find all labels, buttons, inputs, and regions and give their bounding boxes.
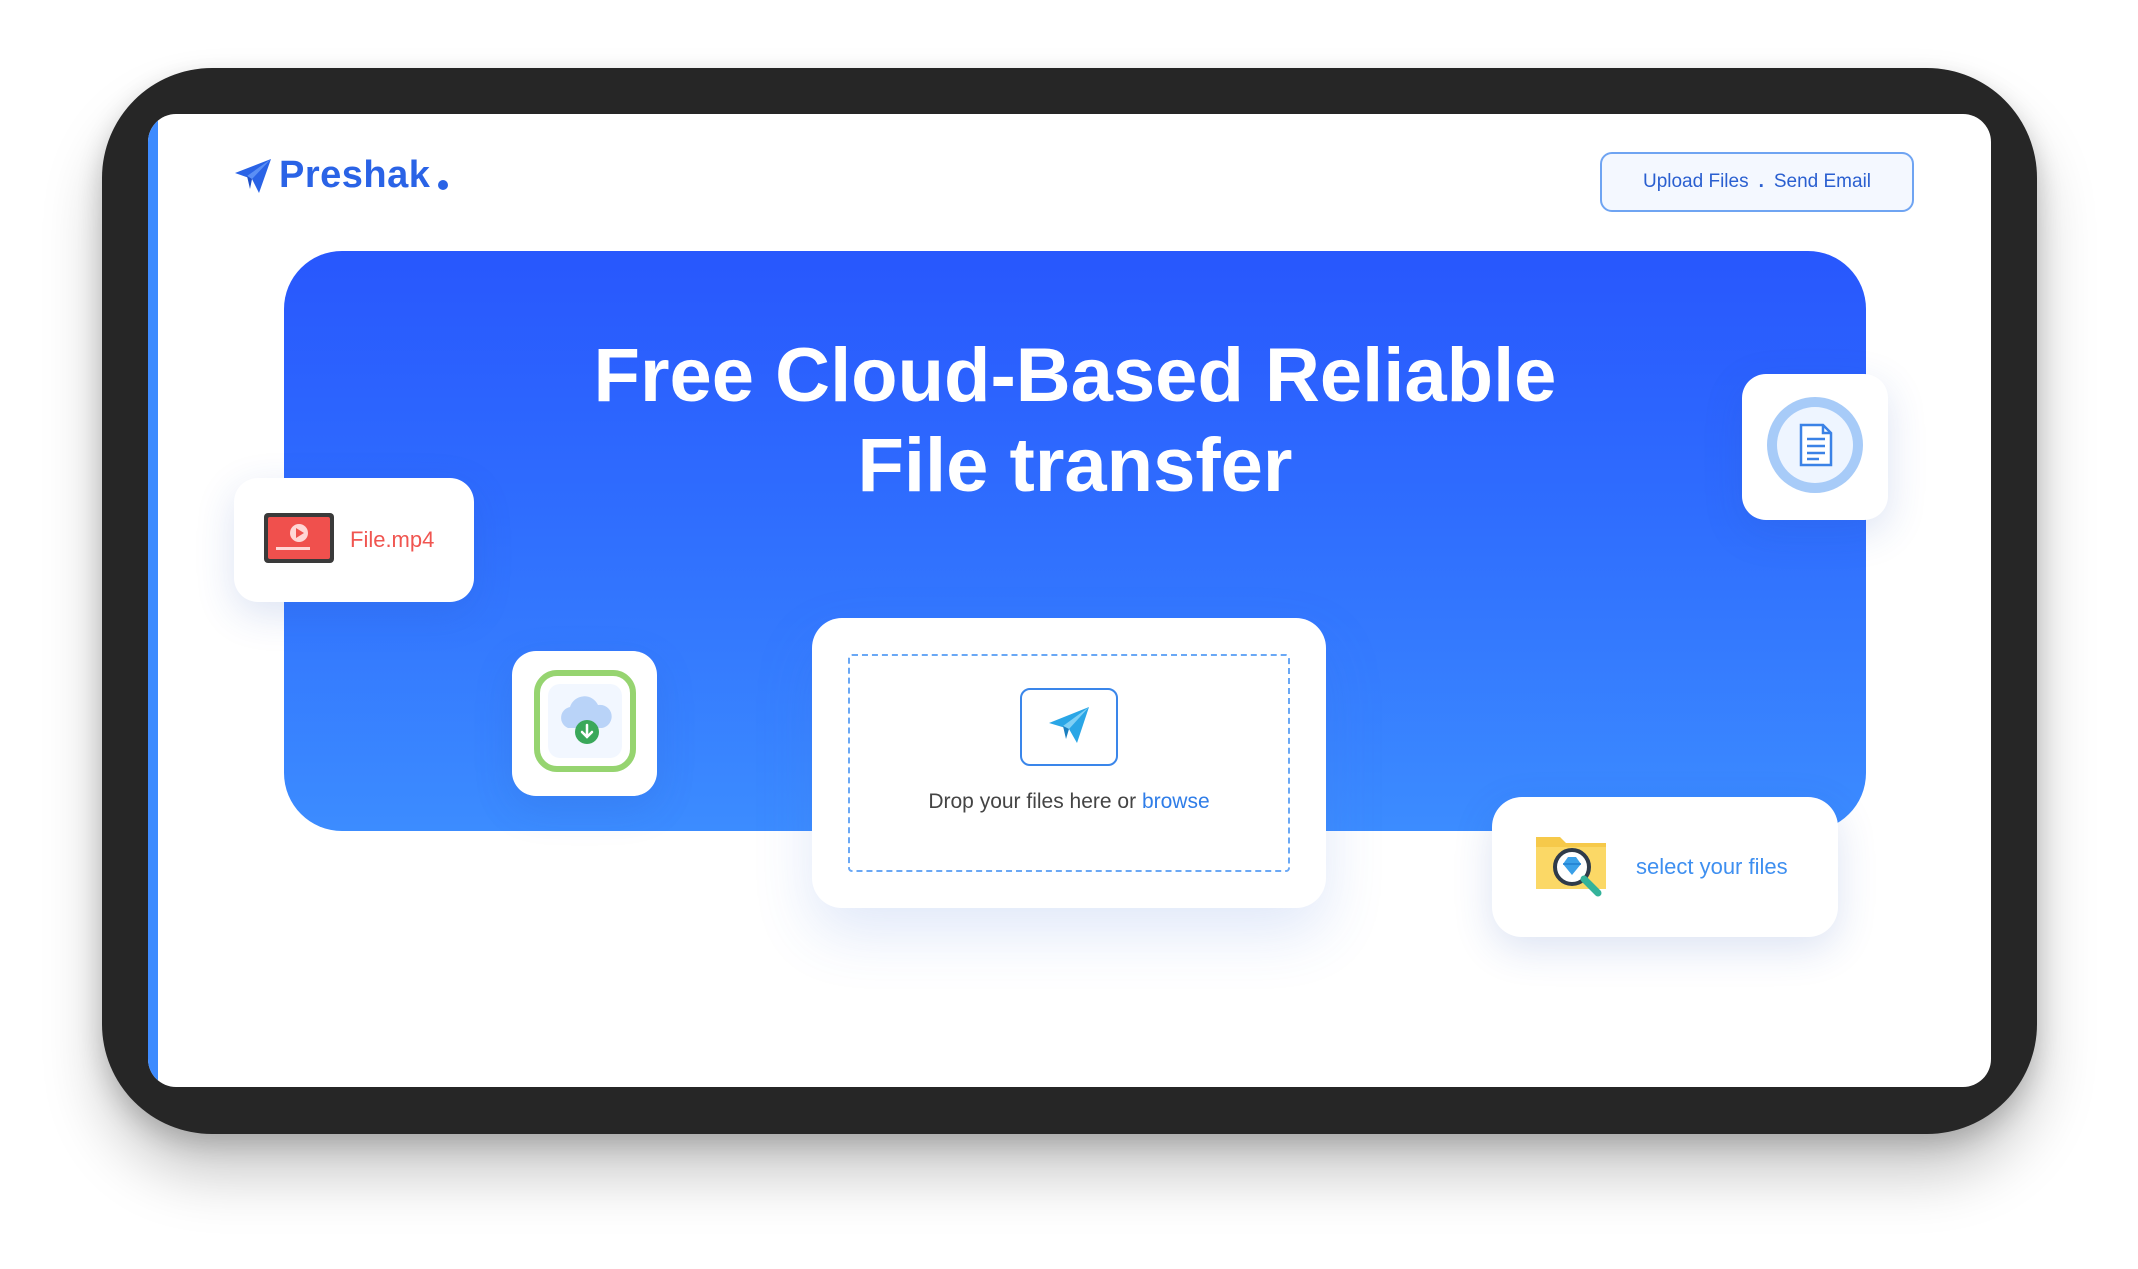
upload-icon-box[interactable] [1020, 688, 1118, 766]
dropzone-text: Drop your files here or [928, 790, 1142, 813]
select-files-card[interactable]: select your files [1492, 797, 1838, 937]
scene: Preshak Upload Files . Send Email Free C… [0, 0, 2138, 1269]
nav-separator: . [1758, 171, 1764, 192]
cloud-download-icon [533, 670, 636, 777]
select-files-label: select your files [1636, 854, 1788, 879]
top-nav-pill: Upload Files . Send Email [1600, 152, 1914, 212]
screen: Preshak Upload Files . Send Email Free C… [148, 114, 1991, 1087]
hero-title-line-1: Free Cloud-Based Reliable [593, 333, 1557, 418]
dropzone[interactable]: Drop your files here or browse [848, 654, 1290, 872]
hero-title-line-2: File transfer [857, 423, 1293, 508]
screen-edge-accent [148, 114, 158, 1087]
hero-title: Free Cloud-Based Reliable File transfer [284, 331, 1866, 511]
video-file-icon [264, 512, 334, 568]
paper-plane-icon [233, 157, 273, 195]
paper-plane-icon [1047, 705, 1091, 750]
send-email-link[interactable]: Send Email [1774, 171, 1871, 193]
document-card[interactable] [1742, 374, 1888, 520]
video-file-label: File.mp4 [350, 527, 435, 552]
brand-dot [438, 179, 449, 190]
browse-link[interactable]: browse [1142, 790, 1210, 813]
brand-name: Preshak [279, 154, 431, 196]
dropzone-card: Drop your files here or browse [812, 618, 1326, 908]
cloud-download-card[interactable] [512, 651, 657, 796]
brand-logo[interactable]: Preshak [233, 154, 449, 197]
folder-search-icon [1532, 823, 1616, 912]
upload-files-link[interactable]: Upload Files [1643, 171, 1749, 193]
video-file-card[interactable]: File.mp4 [234, 478, 474, 602]
document-icon [1763, 393, 1867, 502]
dropzone-instructions: Drop your files here or browse [850, 790, 1288, 814]
